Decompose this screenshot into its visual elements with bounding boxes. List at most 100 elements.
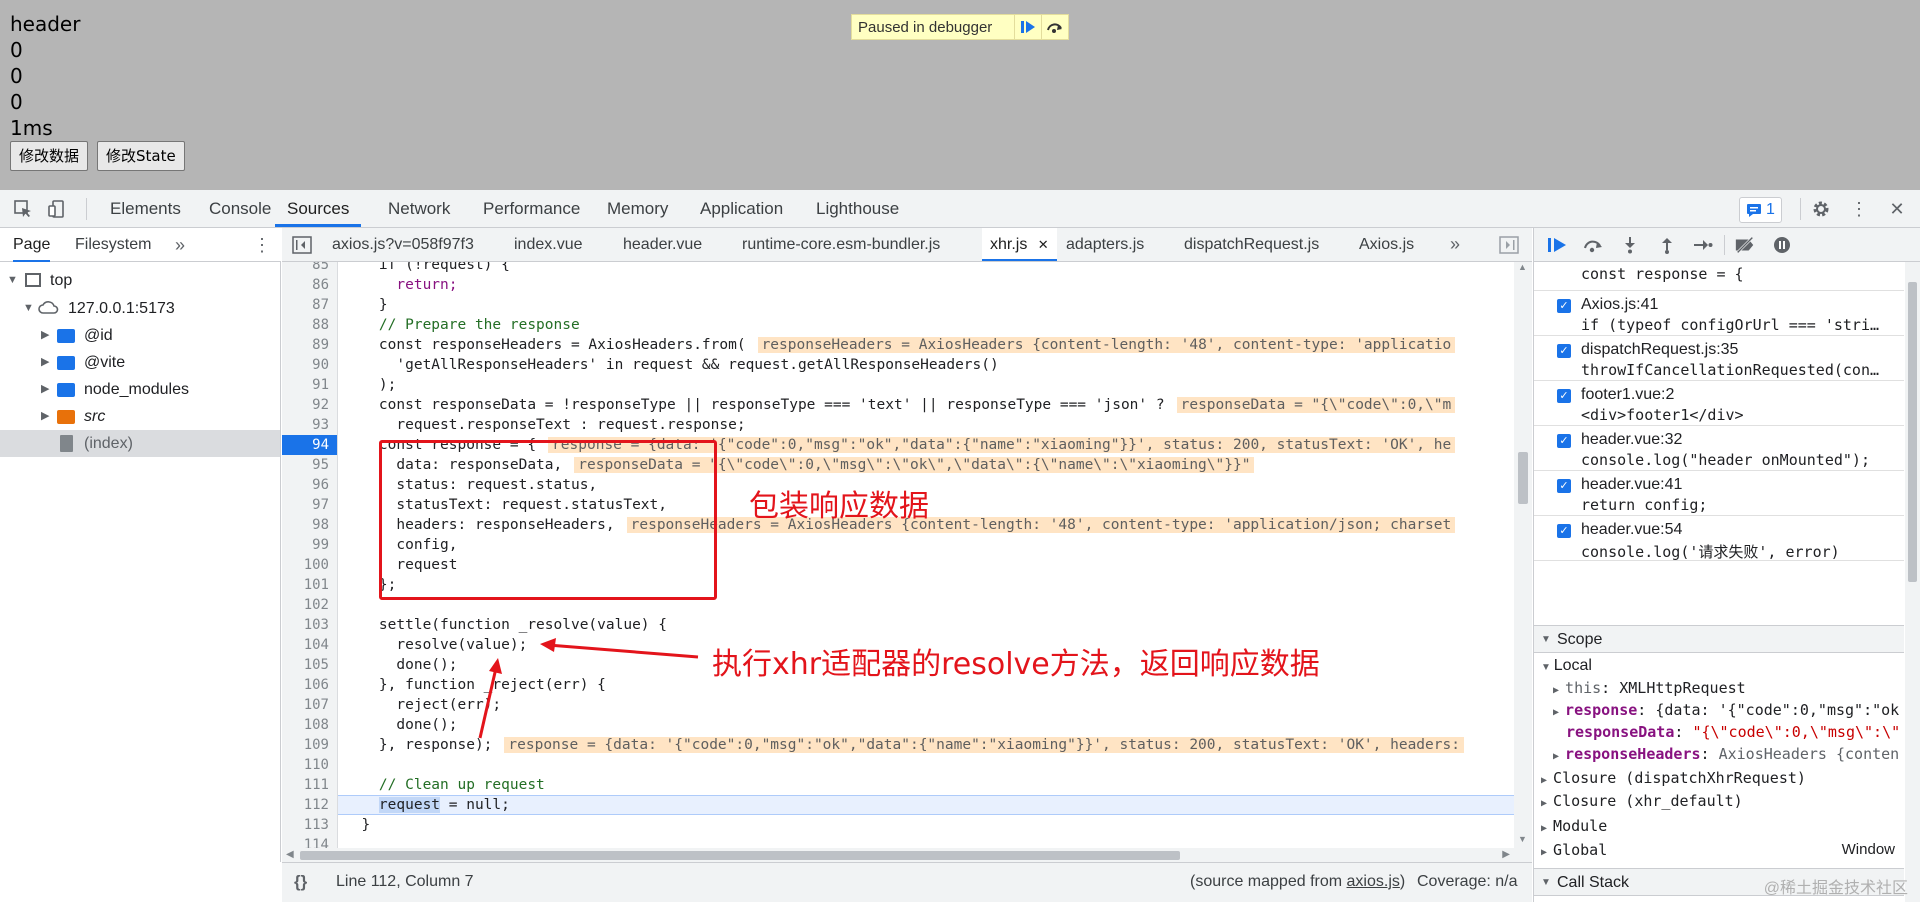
code-line[interactable]: if (!request) { [338,262,510,275]
tab-lighthouse[interactable]: Lighthouse [816,190,899,227]
editor-tab[interactable]: index.vue [514,228,583,261]
issues-counter[interactable]: 1 [1739,197,1782,223]
inspect-element-icon[interactable] [12,198,34,220]
device-toggle-icon[interactable] [46,198,68,220]
code-line[interactable]: const responseHeaders = AxiosHeaders.fro… [338,335,1456,355]
tree-item-top[interactable]: ▼ top [0,267,280,294]
more-tabs-chevron-icon[interactable]: » [175,228,185,262]
line-number[interactable]: 98 [289,515,329,535]
line-number[interactable]: 91 [289,375,329,395]
hscrollbar-thumb[interactable] [300,851,1180,860]
breakpoint-item[interactable]: ✓ header.vue:32 console.log("header onMoun… [1534,426,1904,471]
line-number[interactable]: 102 [289,595,329,615]
breakpoint-item[interactable]: ✓ footer1.vue:2 <div>footer1</div> [1534,381,1904,426]
line-number[interactable]: 110 [289,755,329,775]
line-number[interactable]: 113 [289,815,329,835]
line-number[interactable]: 99 [289,535,329,555]
editor-vertical-scrollbar[interactable]: ▲ ▼ [1514,262,1532,848]
breakpoint-checkbox[interactable]: ✓ [1557,344,1571,358]
modify-state-button[interactable]: 修改State [97,141,185,171]
editor-tab[interactable]: adapters.js [1066,228,1144,261]
line-number[interactable]: 101 [289,575,329,595]
sidebar-scrollbar-thumb[interactable] [1908,282,1917,582]
line-number[interactable]: 95 [289,455,329,475]
line-number[interactable]: 111 [289,775,329,795]
modify-data-button[interactable]: 修改数据 [10,141,89,171]
breakpoint-item[interactable]: const response = { [1534,262,1904,291]
navigator-menu-icon[interactable]: ⋮ [253,228,271,262]
breakpoint-line-number[interactable]: 94 [282,435,337,455]
pause-on-exceptions-icon[interactable] [1771,234,1793,256]
deactivate-breakpoints-icon[interactable] [1734,234,1756,256]
breakpoint-checkbox[interactable]: ✓ [1557,479,1571,493]
line-number[interactable]: 106 [289,675,329,695]
line-number[interactable]: 112 [289,795,329,815]
tab-application[interactable]: Application [700,190,783,227]
tab-sources[interactable]: Sources [275,190,362,227]
breakpoint-item[interactable]: ✓ header.vue:54 console.log('请求失败', error) [1534,516,1904,561]
code-line[interactable]: // Clean up request [338,775,545,795]
tab-elements[interactable]: Elements [110,190,181,227]
code-line[interactable]: const responseData = !responseType || re… [338,395,1456,415]
tree-item-file[interactable]: (index) [0,430,280,457]
tab-performance[interactable]: Performance [483,190,580,227]
code-line[interactable]: } [338,815,370,835]
scroll-down-arrow-icon[interactable]: ▼ [1518,834,1527,844]
toggle-navigator-icon[interactable] [291,234,313,256]
tab-console[interactable]: Console [209,190,271,227]
scope-section-header[interactable]: ▼ Scope [1534,625,1904,653]
line-number[interactable]: 87 [289,295,329,315]
breakpoint-item[interactable]: ✓ header.vue:41 return config; [1534,471,1904,516]
tree-item-host[interactable]: ▼ 127.0.0.1:5173 [0,295,280,322]
resume-icon[interactable] [1546,234,1568,256]
code-line[interactable]: } [338,295,388,315]
breakpoint-checkbox[interactable]: ✓ [1557,299,1571,313]
scope-local[interactable]: ▼ Local [1541,655,1592,677]
scope-var-responseData[interactable]: responseData: "{\"code\":0,\"msg\":\" [1566,721,1900,743]
code-line[interactable]: 'getAllResponseHeaders' in request && re… [338,355,998,375]
scope-global[interactable]: ▶ Global Window [1541,839,1901,861]
editor-tab-active[interactable]: xhr.js ✕ [982,228,1057,261]
step-over-icon[interactable] [1582,234,1604,256]
line-number[interactable]: 97 [289,495,329,515]
sidebar-scrollbar[interactable] [1905,262,1920,902]
breakpoint-item[interactable]: ✓ Axios.js:41 if (typeof configOrUrl === '… [1534,291,1904,336]
line-number-gutter[interactable]: 85 86 87 88 89 90 91 92 93 94 95 96 97 98 99 100 101 102 1… [282,262,338,848]
code-line[interactable]: return; [338,275,457,295]
line-number[interactable]: 100 [289,555,329,575]
tree-item-folder[interactable]: ▶ node_modules [0,376,280,403]
resume-icon[interactable] [1014,15,1041,39]
breakpoint-item[interactable]: ✓ dispatchRequest.js:35 throwIfCancellatio… [1534,336,1904,381]
line-number[interactable]: 107 [289,695,329,715]
breakpoint-checkbox[interactable]: ✓ [1557,389,1571,403]
scroll-right-arrow-icon[interactable]: ▶ [1502,849,1510,860]
scrollbar-thumb[interactable] [1518,452,1528,504]
editor-tab[interactable]: dispatchRequest.js [1184,228,1319,261]
line-number[interactable]: 93 [289,415,329,435]
scroll-up-arrow-icon[interactable]: ▲ [1518,262,1527,272]
line-number[interactable]: 90 [289,355,329,375]
editor-horizontal-scrollbar[interactable]: ◀ ▶ [282,848,1532,862]
step-icon[interactable] [1692,234,1714,256]
scope-closure-dispatch[interactable]: ▶ Closure (dispatchXhrRequest) [1541,767,1806,789]
line-number[interactable]: 109 [289,735,329,755]
line-number[interactable]: 103 [289,615,329,635]
tab-filesystem[interactable]: Filesystem [75,228,151,262]
editor-tab[interactable]: header.vue [623,228,702,261]
code-line[interactable]: request.responseText : request.response; [338,415,745,435]
line-number[interactable]: 86 [289,275,329,295]
line-number[interactable]: 88 [289,315,329,335]
pretty-print-icon[interactable]: {} [294,863,307,901]
scope-module[interactable]: ▶ Module [1541,815,1607,837]
code-line[interactable]: request = null; [338,795,510,815]
breakpoint-checkbox[interactable]: ✓ [1557,524,1571,538]
step-into-icon[interactable] [1619,234,1641,256]
tree-item-folder[interactable]: ▶ @vite [0,349,280,376]
settings-gear-icon[interactable] [1810,198,1832,220]
close-devtools-icon[interactable]: ✕ [1886,198,1908,220]
toggle-debugger-icon[interactable] [1498,234,1520,256]
step-out-icon[interactable] [1656,234,1678,256]
tab-network[interactable]: Network [388,190,450,227]
scroll-left-arrow-icon[interactable]: ◀ [286,849,294,860]
line-number[interactable]: 114 [289,835,329,848]
